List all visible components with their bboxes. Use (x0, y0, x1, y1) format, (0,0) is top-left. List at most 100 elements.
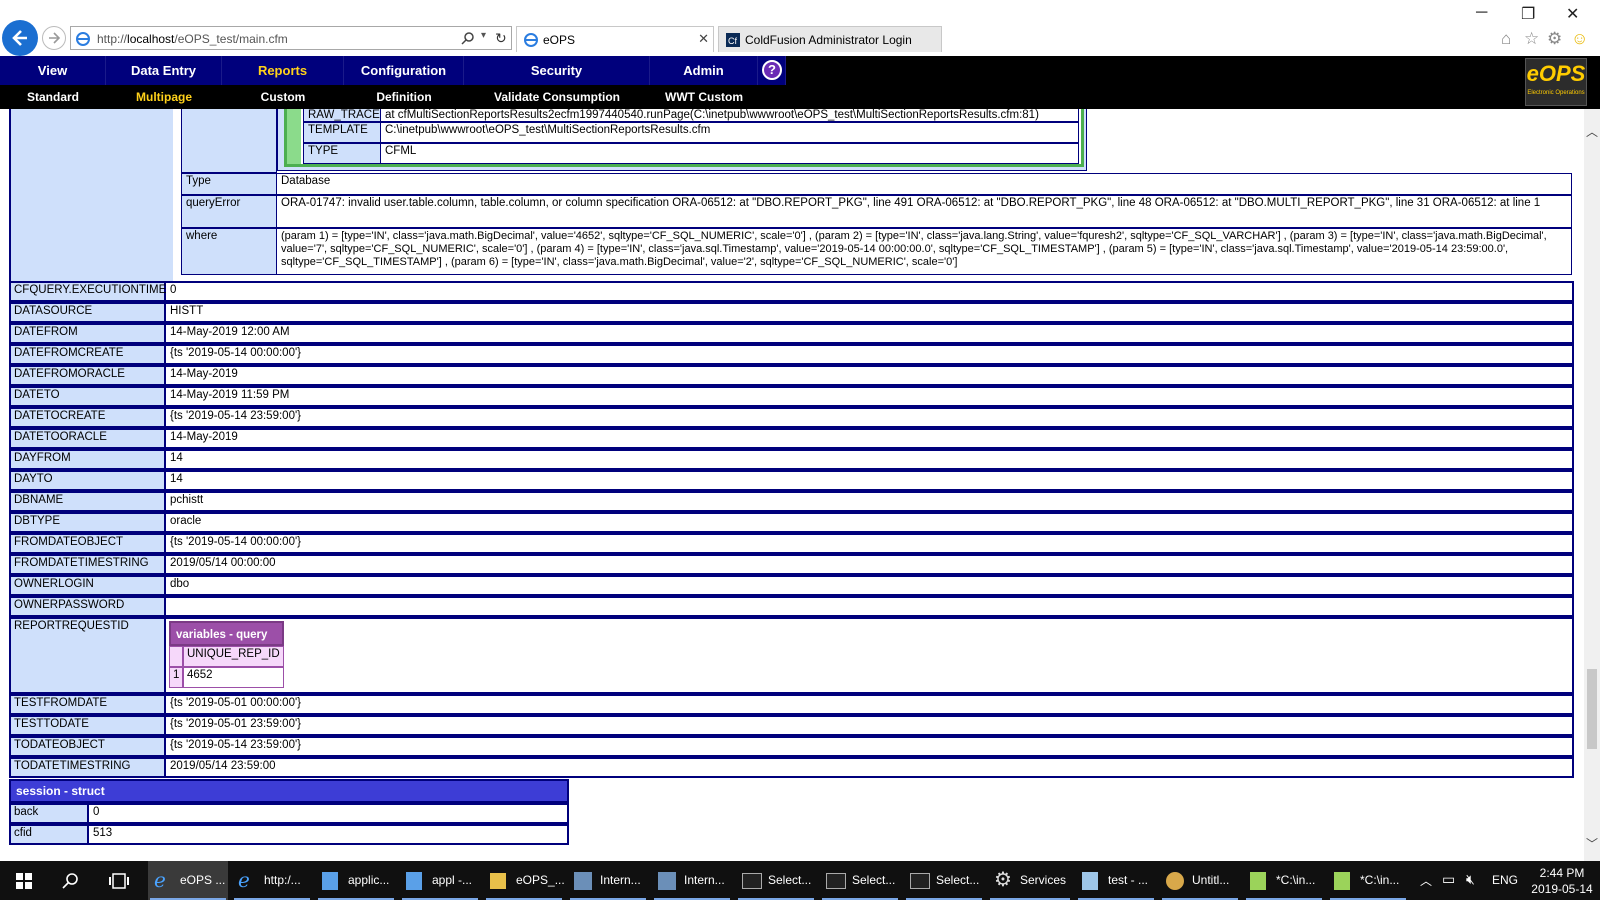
error-where-key: where (181, 228, 277, 275)
refresh-icon[interactable]: ↻ (495, 30, 507, 47)
console-icon (910, 873, 930, 889)
language-indicator[interactable]: ENG (1492, 873, 1518, 887)
subnav-standard[interactable]: Standard (0, 87, 106, 107)
session-row: back 0 (9, 803, 569, 824)
start-button[interactable] (4, 861, 44, 900)
var-key: DATASOURCE (9, 302, 166, 323)
var-value: {ts '2019-05-01 00:00:00'} (166, 694, 1574, 715)
subnav-custom[interactable]: Custom (222, 87, 344, 107)
var-key: DBNAME (9, 491, 166, 512)
subnav-multipage[interactable]: Multipage (106, 87, 222, 107)
var-key: OWNERPASSWORD (9, 596, 166, 617)
iis-manager-icon (574, 872, 592, 890)
var-key: DATETOCREATE (9, 407, 166, 428)
smiley-feedback-icon[interactable]: ☺ (1571, 29, 1588, 49)
taskbar-item-http[interactable]: ℯ http:/... (232, 861, 312, 900)
var-row: DATEFROM 14-May-2019 12:00 AM (9, 323, 1574, 344)
session-struct-header: session - struct (9, 779, 569, 803)
taskbar-item-select-3[interactable]: Select... (904, 861, 984, 900)
var-key: TODATETIMESTRING (9, 757, 166, 778)
taskbar-clock[interactable]: 2:44 PM 2019-05-14 (1526, 865, 1598, 897)
taskbar-label: Select... (852, 873, 896, 887)
logo-subtext: Electronic Operations (1527, 90, 1585, 96)
forward-button[interactable] (42, 26, 66, 50)
taskbar-label: applic... (348, 873, 390, 887)
taskbar-search-icon (62, 873, 78, 889)
nav-admin[interactable]: Admin (650, 56, 758, 85)
clock-time: 2:44 PM (1539, 866, 1585, 880)
tab-coldfusion[interactable]: Cf ColdFusion Administrator Login (718, 26, 942, 52)
address-bar[interactable]: http://localhost/eOPS_test/main.cfm ▾ ↻ (70, 26, 512, 50)
search-icon[interactable] (461, 31, 475, 45)
favorites-star-icon[interactable]: ☆ (1524, 29, 1539, 49)
taskbar-item-appl[interactable]: appl -... (400, 861, 480, 900)
dump-content: RAW_TRACE at cfMultiSectionReportsResult… (0, 109, 1584, 861)
close-window-icon[interactable]: ✕ (1566, 4, 1579, 24)
var-row: FROMDATEOBJECT {ts '2019-05-14 00:00:00'} (9, 533, 1574, 554)
taskbar-item-untitled[interactable]: Untitl... (1160, 861, 1240, 900)
home-icon[interactable]: ⌂ (1501, 29, 1511, 49)
tray-chevron-icon[interactable]: ︿ (1420, 872, 1432, 889)
help-icon[interactable]: ? (762, 60, 782, 80)
var-value: {ts '2019-05-01 23:59:00'} (166, 715, 1574, 736)
scrollbar-thumb[interactable] (1587, 669, 1597, 749)
error-struct-block: RAW_TRACE at cfMultiSectionReportsResult… (9, 109, 1574, 287)
nav-reports[interactable]: Reports (222, 56, 344, 85)
session-value: 0 (89, 803, 569, 824)
taskbar-item-test[interactable]: test - ... (1076, 861, 1156, 900)
var-value: HISTT (166, 302, 1574, 323)
network-icon[interactable]: ▭ (1442, 871, 1455, 888)
task-view-button[interactable] (98, 861, 138, 900)
eops-logo: eOPS Electronic Operations (1525, 58, 1587, 106)
var-row: DATETOCREATE {ts '2019-05-14 23:59:00'} (9, 407, 1574, 428)
minimize-icon[interactable]: ─ (1476, 4, 1487, 22)
close-tab-icon[interactable]: ✕ (698, 31, 709, 47)
windows-taskbar: ℯ eOPS ... ℯ http:/... applic... appl -...… (0, 861, 1600, 900)
taskbar-item-select-2[interactable]: Select... (820, 861, 900, 900)
folder-icon (490, 873, 506, 889)
query-dump-header: variables - query (169, 621, 284, 646)
var-key: OWNERLOGIN (9, 575, 166, 596)
back-button[interactable] (2, 20, 38, 56)
restore-icon[interactable]: ❐ (1521, 4, 1535, 24)
taskbar-item-applic[interactable]: applic... (316, 861, 396, 900)
tab-label: ColdFusion Administrator Login (745, 33, 912, 47)
var-value: 2019/05/14 00:00:00 (166, 554, 1574, 575)
taskbar-item-eops[interactable]: ℯ eOPS ... (148, 861, 228, 900)
nav-configuration[interactable]: Configuration (344, 56, 464, 85)
var-key: DATETOORACLE (9, 428, 166, 449)
cube-app-icon (406, 872, 422, 890)
subnav-definition[interactable]: Definition (344, 87, 464, 107)
volume-muted-icon[interactable]: 🔇︎ (1466, 871, 1475, 888)
app-nav: View Data Entry Reports Configuration Se… (0, 56, 1600, 109)
taskbar-item-services[interactable]: ⚙ Services (988, 861, 1072, 900)
nav-data-entry[interactable]: Data Entry (106, 56, 222, 85)
nav-security[interactable]: Security (464, 56, 650, 85)
var-key: REPORTREQUESTID (9, 617, 166, 694)
var-value: dbo (166, 575, 1574, 596)
var-row-reportrequestid: REPORTREQUESTID variables - query UNIQUE… (9, 617, 1574, 694)
dropdown-arrow-icon[interactable]: ▾ (481, 30, 486, 41)
settings-gear-icon[interactable]: ⚙ (1547, 29, 1562, 49)
error-where-value: (param 1) = [type='IN', class='java.math… (277, 228, 1572, 275)
subnav-validate-consumption[interactable]: Validate Consumption (464, 87, 650, 107)
var-key: TODATEOBJECT (9, 736, 166, 757)
scroll-up-icon[interactable]: ︿ (1586, 123, 1598, 140)
taskbar-item-intern-1[interactable]: Intern... (568, 861, 648, 900)
taskbar-item-notepadpp-2[interactable]: *C:\in... (1328, 861, 1408, 900)
taskbar-item-select-1[interactable]: Select... (736, 861, 816, 900)
search-button[interactable] (50, 861, 90, 900)
subnav-wwt-custom[interactable]: WWT Custom (650, 87, 758, 107)
vertical-scrollbar[interactable]: ︿ ﹀ (1584, 109, 1600, 861)
tab-eops[interactable]: eOPS ✕ (516, 26, 714, 52)
scroll-down-icon[interactable]: ﹀ (1586, 835, 1598, 852)
taskbar-item-eops-folder[interactable]: eOPS_... (484, 861, 565, 900)
trace-key-type: TYPE (303, 143, 381, 164)
svg-text:Cf: Cf (728, 36, 737, 46)
windows-logo-icon (16, 873, 32, 889)
taskbar-item-notepadpp-1[interactable]: *C:\in... (1244, 861, 1324, 900)
cube-app-icon (322, 872, 338, 890)
nav-view[interactable]: View (0, 56, 106, 85)
var-value: 14-May-2019 11:59 PM (166, 386, 1574, 407)
taskbar-item-intern-2[interactable]: Intern... (652, 861, 732, 900)
